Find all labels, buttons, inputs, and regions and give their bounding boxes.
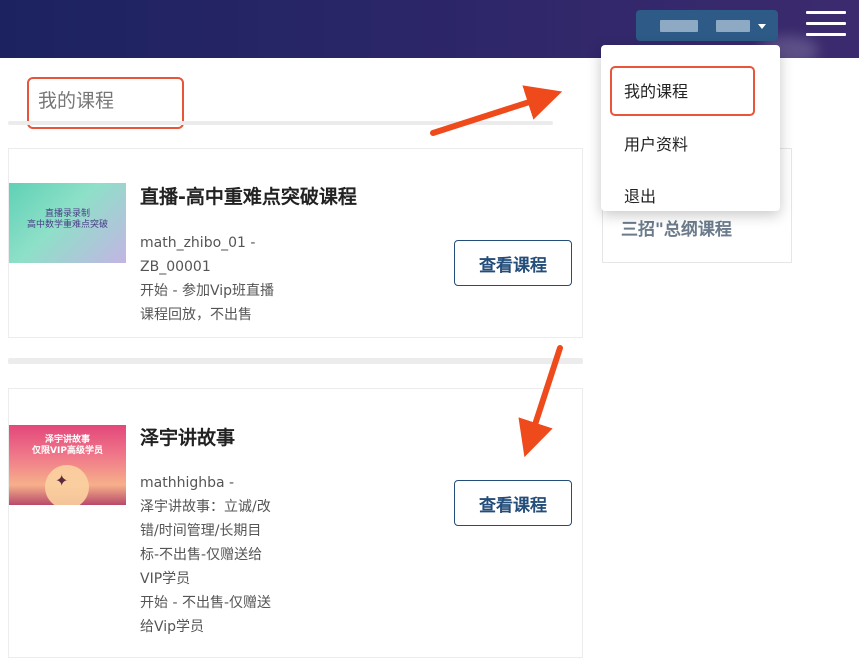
redacted-username-part	[716, 19, 750, 32]
thumbnail-text-line: 直播录录制	[44, 209, 90, 219]
course-name[interactable]: 直播-高中重难点突破课程	[140, 182, 357, 209]
caret-down-icon	[758, 24, 766, 29]
course-description-line: 给Vip学员	[140, 619, 205, 635]
view-course-button[interactable]: 查看课程	[454, 480, 572, 526]
course-description-line: VIP学员	[140, 571, 191, 587]
course-description-line: ZB_00001	[140, 259, 211, 275]
course-description-line: 错/时间管理/长期目	[140, 523, 262, 539]
hamburger-icon[interactable]	[806, 11, 846, 39]
course-description-line: 泽宇讲故事：立诚/改	[140, 499, 271, 515]
course-description: mathhighba - 泽宇讲故事：立诚/改 错/时间管理/长期目 标-不出售…	[140, 471, 300, 639]
thumbnail-text-line: 泽宇讲故事	[44, 435, 90, 445]
course-card: ✦ 泽宇讲故事 仅限VIP高级学员 泽宇讲故事 mathhighba - 泽宇讲故…	[8, 388, 583, 658]
course-description-line: 开始 - 不出售-仅赠送	[140, 595, 272, 611]
section-divider	[8, 121, 553, 125]
view-course-button[interactable]: 查看课程	[454, 240, 572, 286]
course-description-line: 课程回放，不出售	[140, 307, 252, 323]
thumbnail-text-line: 高中数学重难点突破	[26, 220, 108, 230]
course-description: math_zhibo_01 - ZB_00001 开始 - 参加Vip班直播 课…	[140, 231, 300, 327]
annotation-arrow	[430, 85, 563, 136]
course-thumbnail[interactable]: 直播录录制 高中数学重难点突破	[9, 183, 126, 263]
deer-icon: ✦	[55, 471, 69, 490]
section-divider	[8, 358, 583, 364]
course-description-line: 开始 - 参加Vip班直播	[140, 283, 274, 299]
course-description-line: 标-不出售-仅赠送给	[140, 547, 263, 563]
thumbnail-text: 泽宇讲故事 仅限VIP高级学员	[13, 435, 122, 457]
annotation-highlight-box	[610, 66, 755, 116]
side-card-title[interactable]: 三招"总纲课程	[621, 215, 732, 240]
course-description-line: mathhighba -	[140, 475, 235, 491]
thumbnail-text-line: 仅限VIP高级学员	[32, 446, 103, 456]
course-card: 直播录录制 高中数学重难点突破 直播-高中重难点突破课程 math_zhibo_0…	[8, 148, 583, 338]
dropdown-item-profile[interactable]: 用户资料	[624, 131, 688, 155]
user-menu-button[interactable]	[636, 10, 778, 41]
redacted-username-part	[660, 19, 698, 32]
course-thumbnail[interactable]: ✦ 泽宇讲故事 仅限VIP高级学员	[9, 425, 126, 505]
thumbnail-text: 直播录录制 高中数学重难点突破	[13, 209, 122, 231]
course-name[interactable]: 泽宇讲故事	[140, 423, 235, 450]
dropdown-item-logout[interactable]: 退出	[624, 183, 656, 207]
course-description-line: math_zhibo_01 -	[140, 235, 256, 251]
